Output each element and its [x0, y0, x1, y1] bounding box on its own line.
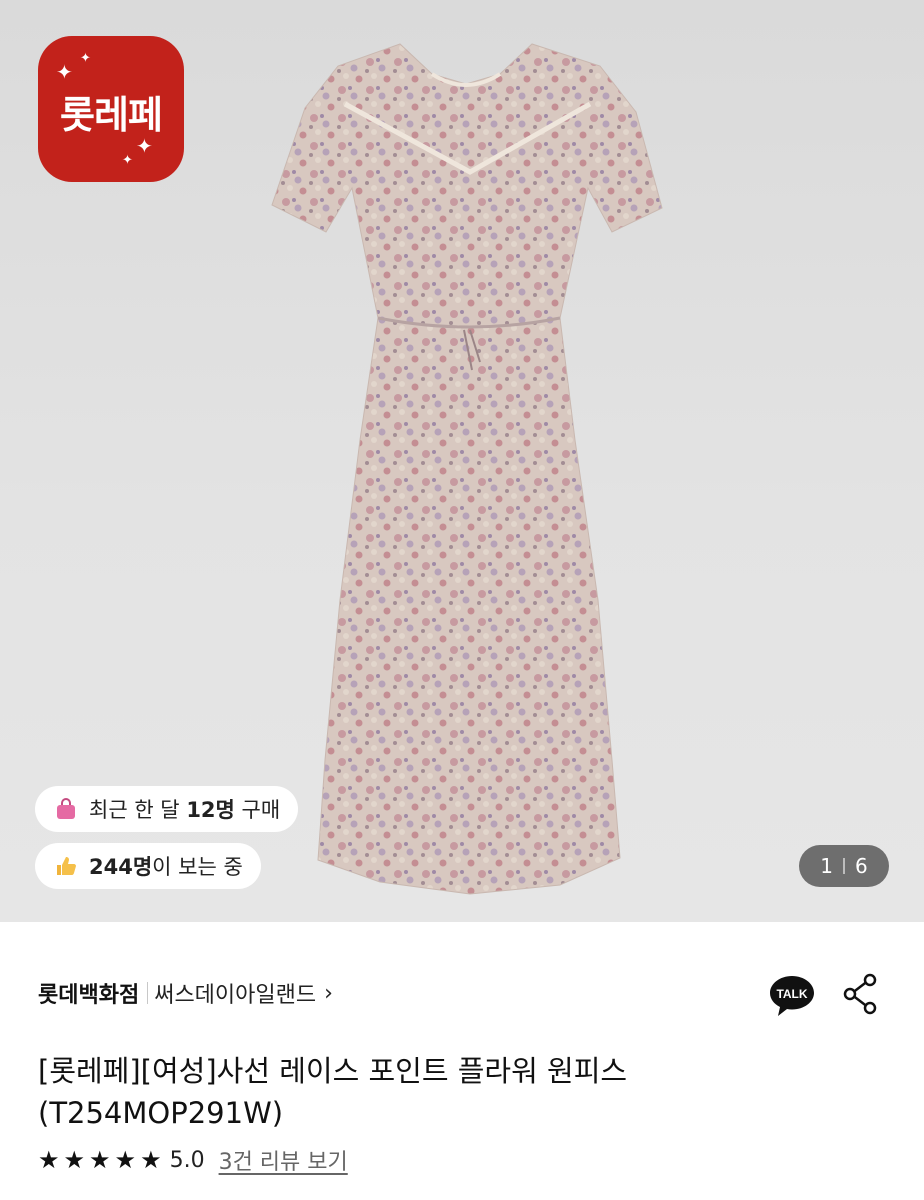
- brand-name[interactable]: 써스데이아일랜드: [154, 977, 316, 1009]
- star-icon: ★: [38, 1146, 60, 1174]
- brand-row[interactable]: 롯데백화점 써스데이아일랜드 ›: [38, 977, 333, 1009]
- product-info: 롯데백화점 써스데이아일랜드 › TALK [롯레페][여성]사선 레이스 포인…: [0, 922, 924, 1200]
- viewers-count: 244명: [89, 855, 153, 879]
- image-counter: 1 6: [799, 845, 889, 887]
- brand-divider: [147, 982, 149, 1004]
- share-icon[interactable]: [840, 972, 880, 1016]
- viewers-suffix: 이 보는 중: [152, 855, 243, 879]
- image-counter-total: 6: [855, 854, 868, 878]
- recent-purchase-prefix: 최근 한 달: [89, 798, 187, 822]
- recent-purchase-badge: 최근 한 달 12명 구매: [35, 786, 299, 832]
- sparkle-icon: ✦: [122, 153, 133, 168]
- product-image-gallery[interactable]: ✦ ✦ 롯레페 ✦ ✦ 최근 한 달 12명 구매 244명 이 보는 중 1 6: [0, 0, 924, 922]
- viewers-badge: 244명 이 보는 중: [35, 843, 261, 889]
- rating-score: 5.0: [169, 1147, 205, 1173]
- sparkle-icon: ✦: [80, 51, 91, 66]
- review-link[interactable]: 3건 리뷰 보기: [219, 1144, 348, 1176]
- thumbs-up-icon: [53, 853, 79, 879]
- logo-text: 롯레페: [60, 93, 163, 137]
- sparkle-icon: ✦: [136, 134, 153, 158]
- star-icon: ★: [89, 1146, 111, 1174]
- rating-row: ★ ★ ★ ★ ★ 5.0 3건 리뷰 보기: [38, 1144, 348, 1176]
- star-icon: ★: [114, 1146, 137, 1174]
- counter-divider: [843, 858, 845, 874]
- image-counter-current: 1: [820, 854, 833, 878]
- store-logo: ✦ ✦ 롯레페 ✦ ✦: [38, 36, 184, 182]
- recent-purchase-suffix: 구매: [234, 798, 281, 822]
- shopping-bag-icon: [53, 796, 79, 822]
- chevron-right-icon: ›: [324, 980, 333, 1006]
- kakao-talk-label: TALK: [776, 987, 807, 1001]
- recent-purchase-count: 12명: [186, 798, 235, 822]
- sparkle-icon: ✦: [56, 60, 73, 84]
- kakao-talk-button[interactable]: TALK: [768, 972, 816, 1020]
- store-name[interactable]: 롯데백화점: [38, 977, 139, 1009]
- star-icon: ★: [63, 1146, 86, 1174]
- star-icon: ★: [140, 1146, 162, 1174]
- product-title: [롯레페][여성]사선 레이스 포인트 플라워 원피스 (T254MOP291W…: [38, 1054, 628, 1130]
